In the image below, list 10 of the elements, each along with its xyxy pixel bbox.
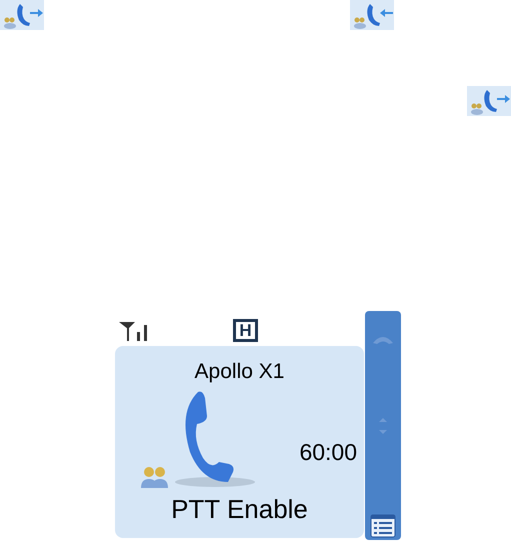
ptt-status: PTT Enable	[171, 496, 308, 522]
hang-up-icon[interactable]	[372, 335, 394, 345]
scroll-up-down-icon[interactable]	[378, 416, 388, 436]
outgoing-group-call-icon	[467, 86, 511, 116]
network-mode-indicator: H	[233, 319, 258, 342]
outgoing-group-call-icon	[0, 0, 44, 30]
list-menu-icon[interactable]	[370, 514, 396, 538]
contact-name: Apollo X1	[194, 361, 284, 382]
call-timer: 60:00	[299, 441, 357, 464]
incoming-group-call-icon	[350, 0, 394, 30]
